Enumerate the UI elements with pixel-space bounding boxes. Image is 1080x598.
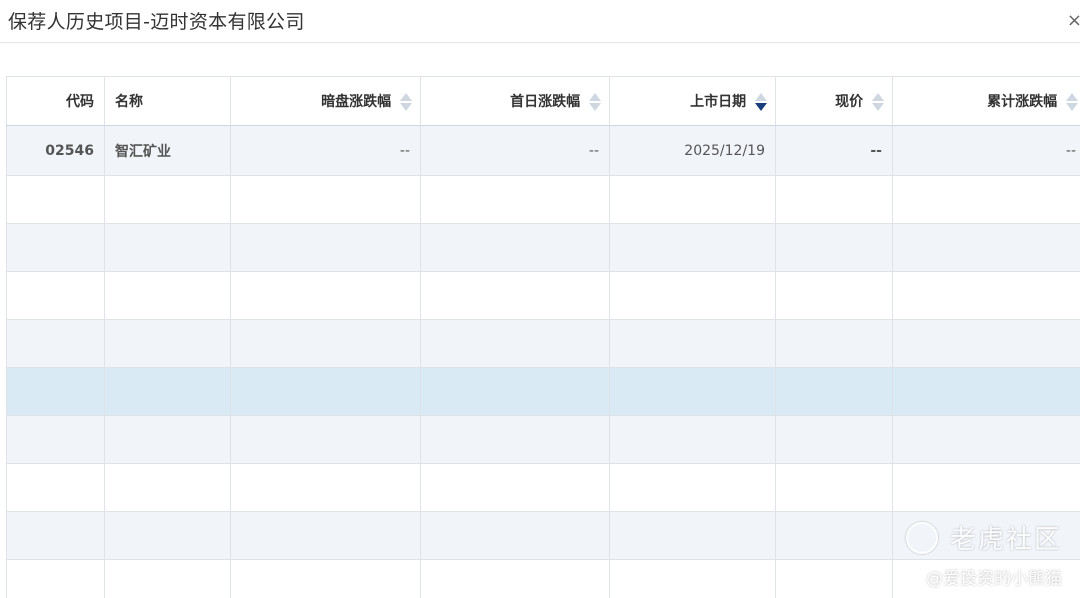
sort-icon[interactable] — [400, 92, 412, 112]
sort-icon[interactable] — [1066, 92, 1078, 112]
column-header-label: 现价 — [835, 93, 864, 110]
empty-row — [6, 175, 1080, 224]
column-header-price[interactable]: 现价 — [775, 76, 893, 126]
close-icon[interactable]: × — [1067, 12, 1080, 30]
sort-icon[interactable] — [589, 92, 601, 112]
stock-code-link[interactable]: 02546 — [6, 125, 105, 176]
column-header-label: 首日涨跌幅 — [510, 93, 581, 110]
table-row[interactable]: 02546 智汇矿业 -- -- 2025/12/19 -- -- — [6, 125, 1080, 176]
column-header-label: 代码 — [66, 94, 94, 110]
column-header-code: 代码 — [6, 76, 105, 126]
watermark: 老虎社区 @爱投资的小熊猫 — [905, 519, 1062, 589]
dialog: 保荐人历史项目-迈时资本有限公司 × 代码 名称 暗盘涨跌幅 首日涨跌幅 上市日… — [0, 0, 1080, 598]
column-header-label: 暗盘涨跌幅 — [321, 93, 392, 110]
column-header-label: 累计涨跌幅 — [987, 93, 1058, 110]
grey-change-cell: -- — [230, 125, 421, 176]
listing-date-cell: 2025/12/19 — [609, 125, 776, 176]
watermark-brand: 老虎社区 — [949, 525, 1062, 555]
price-cell: -- — [775, 125, 893, 176]
tiger-logo-icon — [905, 521, 938, 554]
sort-icon[interactable] — [872, 92, 884, 112]
first-day-change-cell: -- — [420, 125, 610, 176]
dialog-header: 保荐人历史项目-迈时资本有限公司 × — [0, 0, 1080, 43]
column-header-grey-change[interactable]: 暗盘涨跌幅 — [230, 76, 421, 126]
column-header-cum-change[interactable]: 累计涨跌幅 — [892, 76, 1080, 126]
stock-name-link[interactable]: 智汇矿业 — [104, 125, 231, 176]
empty-row — [6, 319, 1080, 368]
empty-row-highlighted — [6, 367, 1080, 416]
sort-desc-icon[interactable] — [755, 92, 767, 112]
watermark-logo: 老虎社区 — [905, 519, 1062, 556]
column-header-name: 名称 — [104, 76, 231, 126]
empty-row — [6, 223, 1080, 272]
column-header-label: 名称 — [115, 94, 143, 110]
table-header-row: 代码 名称 暗盘涨跌幅 首日涨跌幅 上市日期 现价 累计涨跌幅 — [6, 76, 1080, 126]
empty-row — [6, 415, 1080, 464]
empty-row — [6, 271, 1080, 320]
column-header-listing-date[interactable]: 上市日期 — [609, 76, 776, 126]
dialog-title: 保荐人历史项目-迈时资本有限公司 — [8, 11, 305, 33]
empty-row — [6, 463, 1080, 512]
column-header-label: 上市日期 — [690, 93, 747, 110]
watermark-handle: @爱投资的小熊猫 — [926, 569, 1062, 589]
cum-change-cell: -- — [892, 125, 1080, 176]
column-header-first-day-change[interactable]: 首日涨跌幅 — [420, 76, 610, 126]
